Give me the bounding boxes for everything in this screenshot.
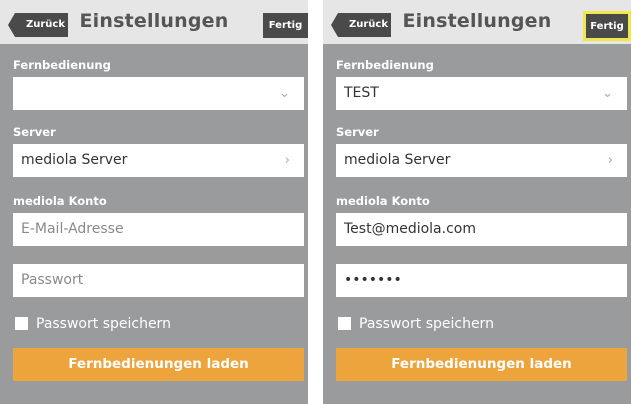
- save-password-checkbox[interactable]: [15, 317, 28, 330]
- server-value: mediola Server: [344, 152, 451, 168]
- remote-label: Fernbedienung: [336, 58, 434, 72]
- chevron-down-icon: ⌄: [602, 86, 613, 101]
- remote-select[interactable]: TEST ⌄: [336, 77, 627, 110]
- server-selector[interactable]: mediola Server ›: [336, 144, 627, 177]
- save-password-checkbox[interactable]: [338, 317, 351, 330]
- save-password-label: Passwort speichern: [36, 316, 171, 332]
- load-remotes-button[interactable]: Fernbedienungen laden: [13, 348, 304, 381]
- server-label: Server: [336, 125, 379, 139]
- settings-screen-left: Zurück Einstellungen Fertig Fernbedienun…: [0, 0, 308, 404]
- chevron-down-icon: ⌄: [279, 86, 290, 101]
- header: Zurück Einstellungen Fertig: [0, 0, 308, 44]
- email-field[interactable]: E-Mail-Adresse: [13, 213, 304, 246]
- remote-select-value: TEST: [344, 85, 379, 101]
- settings-screen-right: Zurück Einstellungen Fertig Fernbedienun…: [323, 0, 631, 404]
- account-label: mediola Konto: [13, 194, 107, 208]
- chevron-right-icon: ›: [607, 153, 613, 168]
- load-remotes-button[interactable]: Fernbedienungen laden: [336, 348, 627, 381]
- server-label: Server: [13, 125, 56, 139]
- server-value: mediola Server: [21, 152, 128, 168]
- done-button[interactable]: Fertig: [263, 13, 308, 38]
- header: Zurück Einstellungen Fertig: [323, 0, 631, 44]
- page-title: Einstellungen: [79, 10, 229, 32]
- remote-select[interactable]: ⌄: [13, 77, 304, 110]
- password-field[interactable]: Passwort: [13, 264, 304, 297]
- save-password-label: Passwort speichern: [359, 316, 494, 332]
- done-button[interactable]: Fertig: [583, 11, 631, 41]
- remote-label: Fernbedienung: [13, 58, 111, 72]
- chevron-right-icon: ›: [284, 153, 290, 168]
- password-field[interactable]: •••••••: [336, 264, 627, 297]
- email-field[interactable]: Test@mediola.com: [336, 213, 627, 246]
- server-selector[interactable]: mediola Server ›: [13, 144, 304, 177]
- account-label: mediola Konto: [336, 194, 430, 208]
